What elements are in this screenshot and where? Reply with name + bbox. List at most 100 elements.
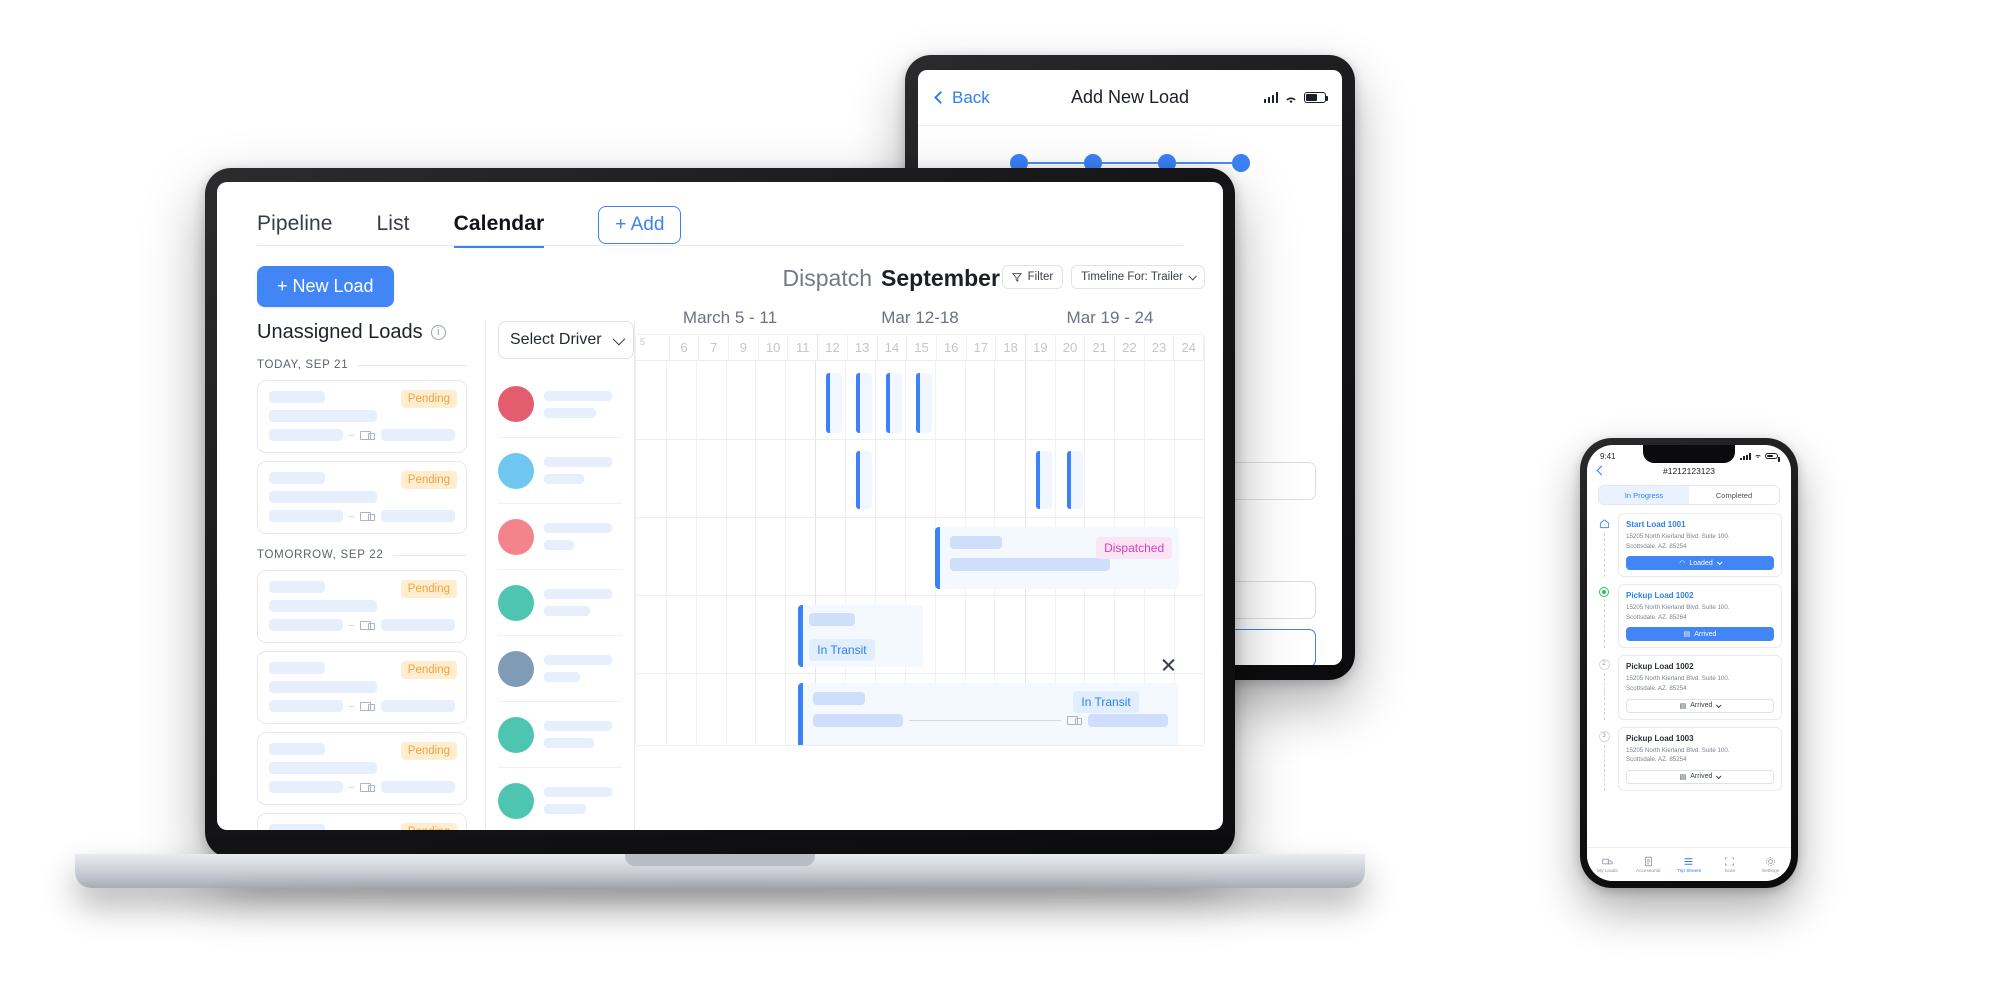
route-line: [349, 515, 354, 517]
skeleton-line: [269, 662, 325, 674]
select-driver-dropdown[interactable]: Select Driver: [498, 321, 634, 359]
day-cell: 10: [759, 335, 789, 360]
laptop-lid: Pipeline List Calendar + Add + New Load …: [205, 168, 1235, 858]
select-driver-label: Select Driver: [510, 331, 602, 348]
day-cell: 15: [907, 335, 937, 360]
phone-screen: 9:41 #1212123123 In Progress Completed S…: [1587, 445, 1791, 881]
tabbar-item-my-loads[interactable]: My Loads: [1587, 848, 1628, 881]
calendar-bar[interactable]: [916, 373, 933, 433]
tab-pipeline[interactable]: Pipeline: [257, 212, 333, 248]
timeline-dropdown[interactable]: Timeline For: Trailer: [1071, 265, 1205, 289]
home-icon: [1598, 517, 1611, 530]
wifi-icon: [1755, 454, 1761, 459]
new-load-button[interactable]: + New Load: [257, 266, 394, 307]
list-item[interactable]: 3 Pickup Load 1003 15205 North Kierland …: [1596, 726, 1782, 791]
step-line-2: [1102, 162, 1158, 164]
phone-tab-bar: My Loads Accessorial Trip Sheets Scan Se…: [1587, 847, 1791, 881]
load-card[interactable]: Pending: [257, 651, 467, 724]
driver-skeleton: [544, 589, 622, 616]
day-cell: 20: [1056, 335, 1086, 360]
load-card[interactable]: Pending: [257, 380, 467, 453]
driver-row[interactable]: [498, 437, 622, 503]
back-label: Back: [952, 87, 990, 107]
route-line: [349, 624, 354, 626]
tabbar-item-trip-sheets[interactable]: Trip Sheets: [1669, 848, 1710, 881]
skeleton-destination: [381, 619, 455, 631]
tabbar-label: Scan: [1724, 868, 1736, 874]
skeleton-line: [269, 762, 377, 774]
load-card[interactable]: Pending: [257, 461, 467, 534]
event-status-badge: In Transit: [809, 639, 875, 661]
avatar: [498, 782, 534, 819]
driver-row[interactable]: [498, 701, 622, 767]
truck-icon: [1602, 858, 1613, 864]
load-card[interactable]: Pending: [257, 813, 467, 830]
load-card[interactable]: Pending: [257, 732, 467, 805]
driver-row[interactable]: [498, 767, 622, 830]
skeleton-line: [949, 536, 1002, 549]
back-button[interactable]: Back: [934, 87, 990, 108]
load-action-button[interactable]: ▤ Arrived: [1626, 627, 1774, 642]
load-card[interactable]: Pickup Load 1002 15205 North Kierland Bl…: [1618, 584, 1782, 649]
load-action-button[interactable]: ◠ Loaded: [1626, 556, 1774, 571]
skeleton-line: [812, 692, 865, 705]
status-indicators: [1740, 452, 1780, 462]
laptop-content: Unassigned Loads i TODAY, SEP 21 Pending…: [217, 265, 1223, 830]
tabbar-label: My Loads: [1597, 868, 1618, 874]
step-line-3: [1176, 162, 1232, 164]
load-action-button[interactable]: ▤ Arrived: [1626, 769, 1774, 784]
tabbar-item-settings[interactable]: Settings: [1750, 848, 1791, 881]
skeleton-line: [949, 558, 1110, 571]
load-card[interactable]: Pickup Load 1002 15205 North Kierland Bl…: [1618, 655, 1782, 720]
load-card[interactable]: Pending: [257, 570, 467, 643]
skeleton-origin: [812, 714, 903, 727]
tab-calendar[interactable]: Calendar: [453, 212, 545, 248]
list-item[interactable]: Pickup Load 1002 15205 North Kierland Bl…: [1596, 584, 1782, 649]
spinner-icon: ◠: [1679, 560, 1686, 568]
event-status-badge: Dispatched: [1096, 537, 1173, 559]
day-label: TOMORROW, SEP 22: [257, 549, 384, 561]
load-card[interactable]: Start Load 1001 15205 North Kierland Blv…: [1618, 513, 1782, 578]
calendar-bar[interactable]: [1036, 451, 1053, 509]
driver-row[interactable]: [498, 503, 622, 569]
week-headers: March 5 - 11 Mar 12-18 Mar 19 - 24: [635, 308, 1205, 328]
driver-row[interactable]: [498, 371, 622, 437]
add-button[interactable]: + Add: [598, 206, 682, 244]
driver-skeleton: [544, 390, 622, 418]
skeleton-destination: [381, 781, 455, 793]
load-card[interactable]: Pickup Load 1003 15205 North Kierland Bl…: [1618, 726, 1782, 791]
tab-list[interactable]: List: [377, 212, 410, 248]
calendar-label: Dispatch: [782, 265, 873, 291]
driver-row[interactable]: [498, 635, 622, 701]
driver-row[interactable]: [498, 569, 622, 635]
chevron-down-icon: [1716, 773, 1722, 779]
calendar-bar[interactable]: [886, 373, 903, 433]
tabbar-item-accessorial[interactable]: Accessorial: [1628, 848, 1669, 881]
day-separator-today: TODAY, SEP 21: [257, 359, 467, 371]
load-action-button[interactable]: ▤ Arrived: [1626, 698, 1774, 713]
info-icon[interactable]: i: [430, 325, 446, 340]
back-icon[interactable]: [1596, 465, 1607, 476]
route-line: [349, 434, 354, 436]
truck-icon: [360, 511, 375, 522]
calendar-bar[interactable]: [1066, 451, 1083, 509]
wifi-icon: [1284, 92, 1298, 104]
day-cell: 5: [636, 335, 670, 360]
driver-skeleton: [544, 787, 622, 814]
tabbar-item-scan[interactable]: Scan: [1709, 848, 1750, 881]
tablet-navbar: Back Add New Load: [918, 70, 1342, 126]
calendar-bar[interactable]: [826, 373, 843, 433]
list-item[interactable]: Start Load 1001 15205 North Kierland Blv…: [1596, 513, 1782, 578]
calendar-bar[interactable]: [856, 451, 873, 509]
status-badge: Pending: [400, 661, 457, 679]
filter-button[interactable]: Filter: [1001, 265, 1064, 289]
calendar-bar[interactable]: [856, 373, 873, 433]
tab-in-progress[interactable]: In Progress: [1599, 486, 1689, 504]
action-label: Arrived: [1690, 702, 1713, 710]
list-item[interactable]: 2 Pickup Load 1002 15205 North Kierland …: [1596, 655, 1782, 720]
chevron-down-icon: [1188, 272, 1197, 281]
tab-completed[interactable]: Completed: [1689, 486, 1779, 504]
tabs-divider: [257, 245, 1183, 246]
skeleton-destination: [381, 700, 455, 712]
close-icon[interactable]: [1161, 657, 1176, 672]
